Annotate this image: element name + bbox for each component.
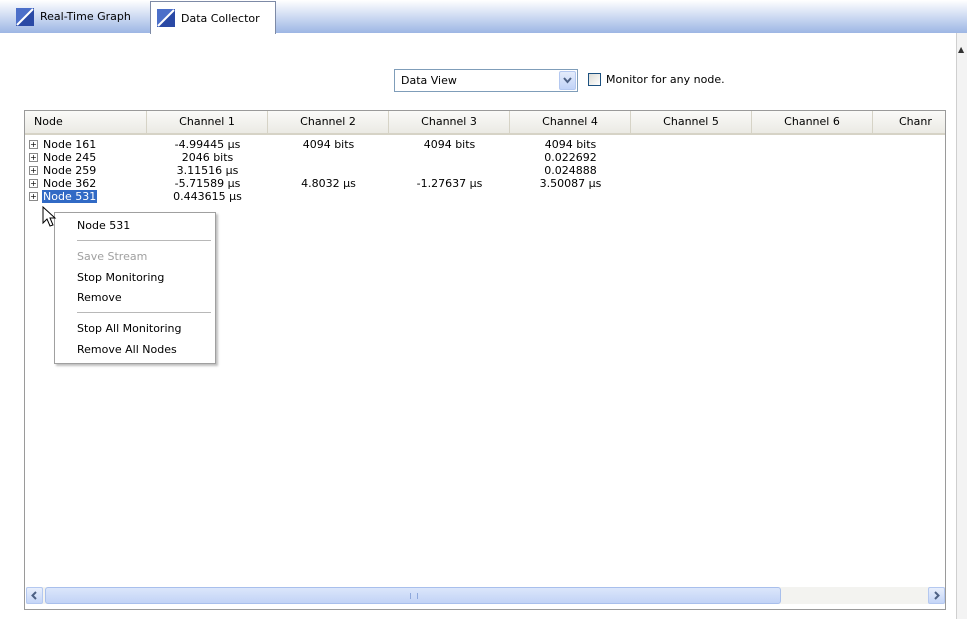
- menu-item-stop-all-monitoring[interactable]: Stop All Monitoring: [77, 322, 181, 335]
- column-header-channel-4[interactable]: Channel 4: [510, 111, 631, 133]
- expand-icon[interactable]: +: [29, 140, 38, 149]
- channel-1-value: 0.443615 µs: [173, 190, 242, 203]
- horizontal-scrollbar[interactable]: [26, 587, 945, 604]
- dropdown-button[interactable]: [559, 71, 576, 90]
- channel-2-value: 4094 bits: [302, 138, 355, 151]
- scroll-right-button[interactable]: [928, 587, 945, 604]
- context-menu-title: Node 531: [77, 219, 131, 232]
- channel-1-value: -5.71589 µs: [174, 177, 241, 190]
- context-menu: Node 531 Save Stream Stop Monitoring Rem…: [54, 212, 216, 364]
- table-row-selected[interactable]: + Node 531 0.443615 µs: [25, 190, 945, 203]
- column-header-channel-2[interactable]: Channel 2: [268, 111, 389, 133]
- menu-item-save-stream: Save Stream: [77, 250, 148, 263]
- scrollbar-thumb[interactable]: [45, 587, 781, 604]
- channel-1-value: 2046 bits: [181, 151, 234, 164]
- monitor-any-node[interactable]: Monitor for any node.: [588, 73, 725, 86]
- channel-1-value: -4.99445 µs: [174, 138, 241, 151]
- column-header-channel-1[interactable]: Channel 1: [147, 111, 268, 133]
- graph-icon: [16, 7, 34, 26]
- grid-header: Node Channel 1 Channel 2 Channel 3 Chann…: [25, 111, 945, 135]
- view-select[interactable]: Data View: [394, 69, 578, 92]
- column-header-channel-7[interactable]: Chanr: [873, 111, 945, 133]
- menu-item-remove-all-nodes[interactable]: Remove All Nodes: [77, 343, 177, 356]
- chevron-down-icon: [563, 77, 572, 84]
- table-row[interactable]: + Node 259 3.11516 µs 0.024888: [25, 164, 945, 177]
- vertical-scrollbar[interactable]: ▲ ▼: [956, 33, 967, 619]
- view-select-value: Data View: [401, 74, 457, 87]
- menu-item-stop-monitoring[interactable]: Stop Monitoring: [77, 271, 164, 284]
- data-collector-icon: [157, 9, 175, 27]
- chevron-right-icon: [934, 591, 940, 600]
- channel-1-value: 3.11516 µs: [176, 164, 239, 177]
- monitor-any-node-label: Monitor for any node.: [606, 73, 725, 86]
- table-row[interactable]: + Node 245 2046 bits 0.022692: [25, 151, 945, 164]
- expand-icon[interactable]: +: [29, 192, 38, 201]
- channel-4-value: 4094 bits: [544, 138, 597, 151]
- table-row[interactable]: + Node 161 -4.99445 µs 4094 bits 4094 bi…: [25, 138, 945, 151]
- column-header-channel-6[interactable]: Channel 6: [752, 111, 873, 133]
- expand-icon[interactable]: +: [29, 166, 38, 175]
- expand-icon[interactable]: +: [29, 153, 38, 162]
- table-row[interactable]: + Node 362 -5.71589 µs 4.8032 µs -1.2763…: [25, 177, 945, 190]
- thumb-grip: [410, 593, 418, 599]
- tab-data-collector[interactable]: Data Collector: [150, 1, 276, 34]
- tab-label: Data Collector: [181, 11, 260, 25]
- channel-4-value: 0.024888: [544, 164, 597, 177]
- tab-real-time-graph[interactable]: Real-Time Graph: [10, 0, 148, 33]
- column-header-node[interactable]: Node: [25, 111, 147, 133]
- menu-item-remove[interactable]: Remove: [77, 291, 122, 304]
- tab-label: Real-Time Graph: [40, 10, 131, 23]
- channel-2-value: 4.8032 µs: [301, 177, 356, 190]
- monitor-any-node-checkbox[interactable]: [588, 73, 601, 86]
- column-header-channel-5[interactable]: Channel 5: [631, 111, 752, 133]
- node-name[interactable]: Node 245: [42, 151, 97, 164]
- node-name[interactable]: Node 362: [42, 177, 97, 190]
- menu-separator: [77, 240, 211, 241]
- expand-icon[interactable]: +: [29, 179, 38, 188]
- channel-3-value: 4094 bits: [423, 138, 476, 151]
- chevron-left-icon: [31, 591, 37, 600]
- channel-4-value: 3.50087 µs: [539, 177, 602, 190]
- column-header-channel-3[interactable]: Channel 3: [389, 111, 510, 133]
- node-name[interactable]: Node 161: [42, 138, 97, 151]
- node-name[interactable]: Node 531: [42, 190, 98, 203]
- scroll-left-button[interactable]: [26, 587, 43, 604]
- channel-3-value: -1.27637 µs: [416, 177, 483, 190]
- menu-separator: [77, 312, 211, 313]
- scroll-up-icon[interactable]: ▲: [958, 45, 964, 54]
- node-name[interactable]: Node 259: [42, 164, 97, 177]
- channel-4-value: 0.022692: [544, 151, 597, 164]
- mouse-cursor-icon: [42, 206, 57, 227]
- tab-strip: Real-Time Graph Data Collector: [0, 0, 967, 34]
